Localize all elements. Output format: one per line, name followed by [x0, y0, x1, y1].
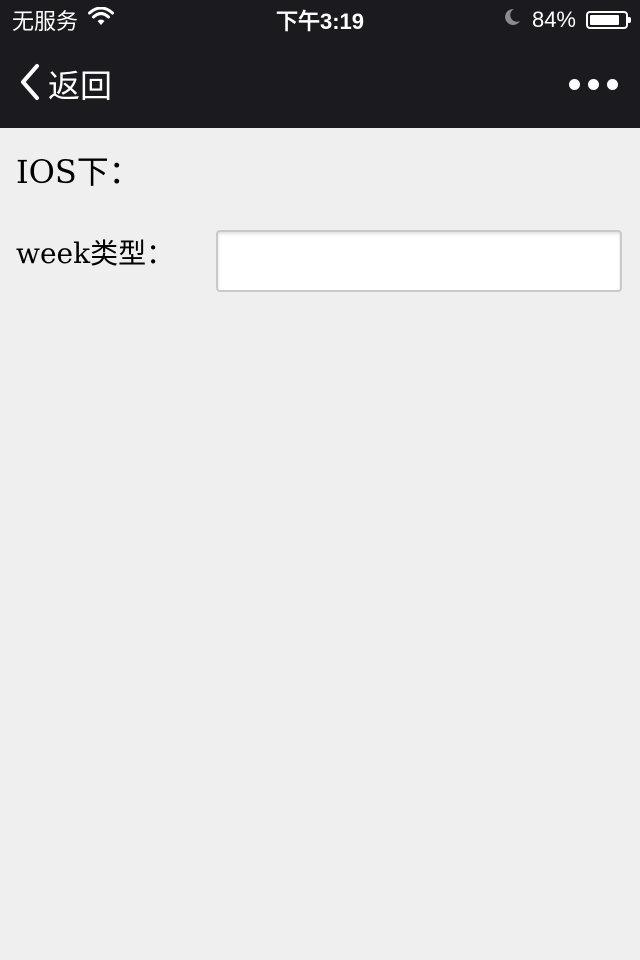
more-dot: [588, 78, 599, 90]
navigation-bar: 返回: [0, 40, 640, 128]
back-label: 返回: [48, 67, 113, 105]
battery-percent: 84%: [531, 7, 576, 32]
week-field-label: week类型：: [16, 237, 175, 270]
week-input[interactable]: [216, 230, 622, 292]
status-bar: 无服务 下午3:19 84%: [0, 0, 640, 40]
status-right: 84%: [502, 0, 631, 40]
battery-tip: [628, 17, 631, 23]
battery-icon: [586, 11, 631, 29]
more-dots-icon[interactable]: [569, 40, 618, 128]
battery-level-fill: [590, 15, 619, 25]
chevron-left-icon: [18, 62, 42, 106]
page-content: IOS下： week类型：: [0, 128, 640, 960]
more-dot: [569, 78, 580, 90]
moon-icon: [502, 7, 522, 33]
section-title: IOS下：: [16, 153, 141, 191]
more-dot: [607, 78, 618, 90]
phone-screen: 无服务 下午3:19 84% 返回 IOS下： week类型：: [0, 0, 640, 960]
back-button[interactable]: 返回: [18, 40, 112, 128]
